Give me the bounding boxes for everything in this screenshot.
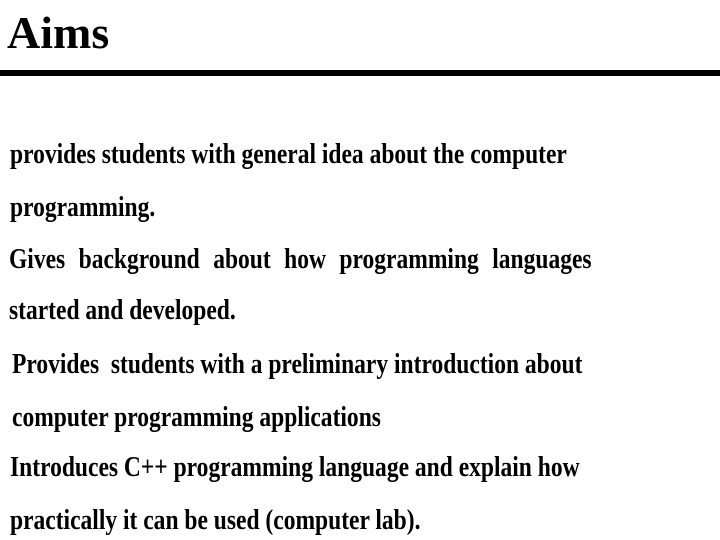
aim-text-line: Introduces C++ programming language and … xyxy=(10,452,580,483)
aim-text-line: started and developed. xyxy=(9,295,236,326)
aim-text-line: provides students with general idea abou… xyxy=(10,139,567,170)
slide-title: Aims xyxy=(7,7,110,58)
aim-text-line: computer programming applications xyxy=(12,402,381,433)
title-divider xyxy=(0,70,720,76)
aim-text-line: Provides students with a preliminary int… xyxy=(12,349,583,380)
aim-text-line: programming. xyxy=(10,192,156,223)
aim-text-line: practically it can be used (computer lab… xyxy=(10,505,421,536)
aim-text-line: Gives background about how programming l… xyxy=(9,244,592,275)
